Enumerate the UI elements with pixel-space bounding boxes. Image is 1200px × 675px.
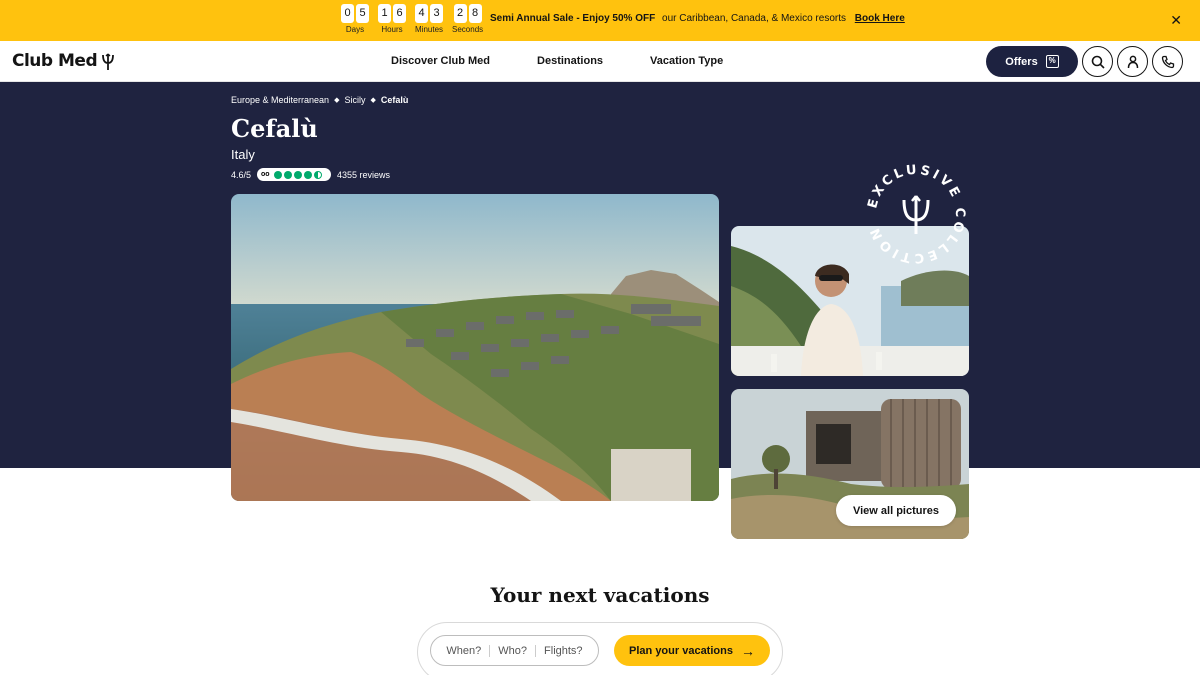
divider [535,644,537,657]
trident-icon [102,53,115,70]
nav-destinations[interactable]: Destinations [537,55,603,67]
breadcrumb-item[interactable]: Europe & Mediterranean [231,95,329,105]
view-all-pictures-button[interactable]: View all pictures [836,495,956,526]
club-med-logo[interactable]: Club Med [12,51,116,71]
offers-label: Offers [1005,55,1038,68]
countdown-digit: 8 [468,4,482,23]
country-label: Italy [231,147,255,162]
resort-main-photo[interactable] [231,194,719,501]
booking-options[interactable]: When? Who? Flights? [430,635,599,666]
nav-discover-club-med[interactable]: Discover Club Med [391,55,490,67]
promo-subtext: our Caribbean, Canada, & Mexico resorts [662,13,846,24]
search-button[interactable] [1082,46,1113,77]
countdown-label: Minutes [415,25,444,34]
rating-dot [283,170,292,179]
book-here-link[interactable]: Book Here [855,13,905,24]
site-header: Club Med Discover Club Med Destinations … [0,41,1200,82]
countdown-label: Days [345,25,365,34]
countdown-minutes: 4 3 Minutes [415,4,443,34]
when-field[interactable]: When? [446,645,481,657]
diamond-separator-icon: ◆ [334,97,340,104]
who-field[interactable]: Who? [498,645,527,657]
countdown-digit: 2 [453,4,467,23]
plan-label: Plan your vacations [629,644,733,657]
page-title: Cefalù [231,114,318,143]
rating-score: 4.6/5 [231,169,252,180]
countdown-digit: 0 [341,4,354,23]
countdown-digit: 6 [393,4,406,23]
account-button[interactable] [1117,46,1148,77]
countdown-label: Hours [381,25,403,34]
arrow-right-icon: → [740,642,755,659]
countdown-digit: 3 [430,4,443,23]
rating-dot [293,170,302,179]
offers-button[interactable]: Offers % [986,46,1078,77]
trident-icon [902,195,930,234]
exclusive-collection-badge: EXCLUSIVE COLLECTION [862,160,970,268]
breadcrumb-current: Cefalù [380,95,409,105]
breadcrumb: Europe & Mediterranean ◆ Sicily ◆ Cefalù [231,95,408,105]
reviews-count[interactable]: 4355 reviews [337,170,390,180]
phone-button[interactable] [1152,46,1183,77]
breadcrumb-item[interactable]: Sicily [344,95,365,105]
logo-text: Club Med [12,51,98,71]
countdown-digit: 5 [356,4,369,23]
close-icon[interactable]: ✕ [1170,12,1182,29]
promo-banner: 0 5 Days 1 6 Hours 4 3 Minutes 2 8 Secon… [0,0,1200,41]
rating-dot-half [313,170,322,179]
nav-vacation-type[interactable]: Vacation Type [650,55,723,67]
countdown-digit: 4 [415,4,428,23]
diamond-separator-icon: ◆ [370,97,376,104]
countdown-digit: 1 [378,4,391,23]
main-nav: Discover Club Med Destinations Vacation … [391,55,723,67]
tripadvisor-badge[interactable]: oo [257,168,332,181]
plan-vacations-button[interactable]: Plan your vacations → [614,635,770,666]
percent-icon: % [1045,55,1059,68]
rating-dot [303,170,312,179]
flights-field[interactable]: Flights? [544,645,583,657]
countdown-hours: 1 6 Hours [378,4,406,34]
promo-text: Semi Annual Sale - Enjoy 50% OFF our Car… [490,13,905,24]
promo-headline: Semi Annual Sale - Enjoy 50% OFF [490,13,656,24]
rating-row: 4.6/5 oo 4355 reviews [231,168,390,181]
phone-icon [1161,55,1174,68]
next-vacations-title: Your next vacations [490,583,710,607]
countdown-days: 0 5 Days [341,4,369,34]
user-icon [1127,55,1138,68]
tripadvisor-icon: oo [261,171,270,178]
countdown-label: Seconds [452,25,484,34]
countdown-seconds: 2 8 Seconds [452,4,483,34]
rating-dot [273,170,282,179]
search-icon [1091,55,1105,69]
countdown: 0 5 Days 1 6 Hours 4 3 Minutes 2 8 Secon… [341,4,483,34]
divider [489,644,491,657]
